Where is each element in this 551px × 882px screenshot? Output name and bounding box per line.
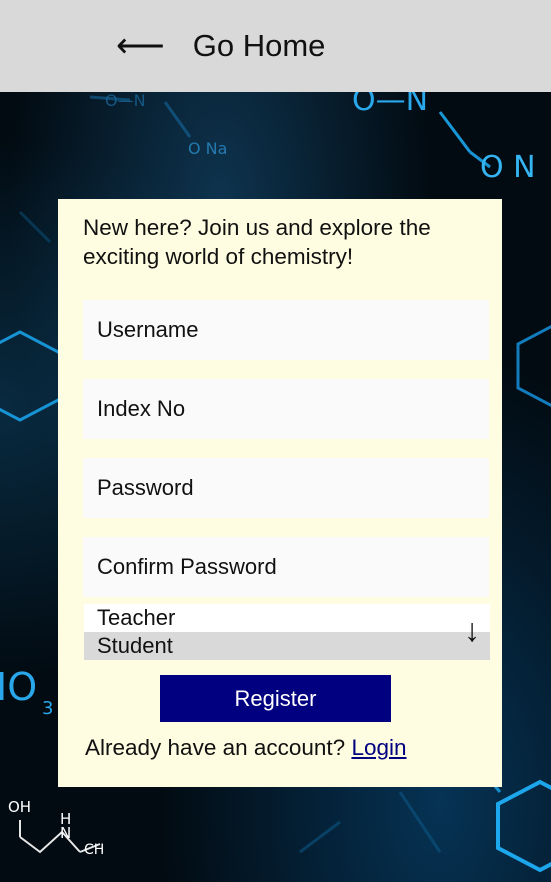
role-option-student[interactable]: Student xyxy=(84,632,490,660)
go-home-label: Go Home xyxy=(192,28,326,63)
down-arrow-icon: ↓ xyxy=(464,612,480,648)
login-link[interactable]: Login xyxy=(351,735,406,760)
go-home-link[interactable]: ⟵ Go Home xyxy=(116,20,325,72)
register-button[interactable]: Register xyxy=(160,675,391,722)
confirm-password-input[interactable] xyxy=(83,537,489,597)
formula-label: O N xyxy=(480,150,536,185)
username-input[interactable] xyxy=(83,300,489,360)
formula-label: OH xyxy=(8,798,31,816)
formula-label: 3 xyxy=(42,698,53,719)
left-arrow-icon: ⟵ xyxy=(116,27,165,65)
formula-label: N xyxy=(60,824,71,842)
index-no-input[interactable] xyxy=(83,379,489,439)
intro-text: New here? Join us and explore the exciti… xyxy=(83,215,431,269)
formula-label: CH xyxy=(84,842,104,858)
already-account-label: Already have an account? xyxy=(85,735,346,760)
formula-label: O—N xyxy=(105,92,146,110)
formula-label: IO xyxy=(0,665,37,709)
role-option-teacher[interactable]: Teacher xyxy=(84,604,490,632)
register-card: New here? Join us and explore the exciti… xyxy=(58,199,502,787)
formula-label: O—N xyxy=(352,92,428,118)
formula-label: O Na xyxy=(188,139,227,158)
role-select[interactable]: Teacher Student ↓ xyxy=(84,604,490,660)
password-input[interactable] xyxy=(83,458,489,518)
top-bar: ⟵ Go Home xyxy=(0,0,551,92)
already-account-text: Already have an account? Login xyxy=(85,735,407,761)
